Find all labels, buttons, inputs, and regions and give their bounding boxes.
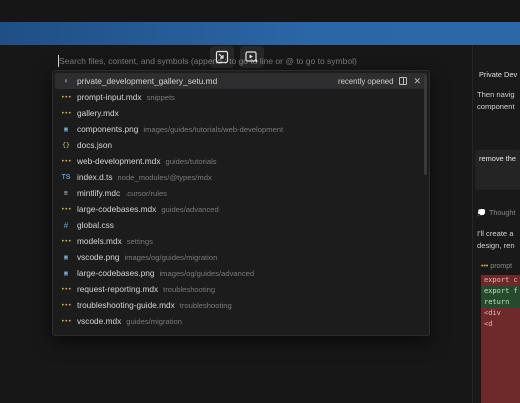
file-result-item[interactable]: ••• vscode.mdx guides/migration xyxy=(55,313,427,329)
code-line: <div xyxy=(481,308,520,319)
header-banner xyxy=(0,22,520,45)
file-result-item[interactable]: ••• request-reporting.mdx troubleshooting xyxy=(55,281,427,297)
chat-title: Private Dev xyxy=(479,70,518,79)
mdc-icon: ≡ xyxy=(64,189,68,197)
ts-icon: TS xyxy=(61,173,71,181)
code-line: export c xyxy=(481,275,520,286)
file-name: vscode.png xyxy=(77,252,120,262)
file-result-item[interactable]: ••• troubleshooting-guide.mdx troubleshoot… xyxy=(55,297,427,313)
code-filename: prompt xyxy=(490,263,513,270)
file-name: docs.json xyxy=(77,140,113,150)
code-line: return xyxy=(481,297,520,308)
thought-icon: 💭 xyxy=(477,208,486,217)
title-bar xyxy=(0,0,520,22)
file-path: snippets xyxy=(146,92,175,102)
file-name: private_development_gallery_setu.md xyxy=(77,76,218,86)
code-diff-remainder xyxy=(481,330,520,403)
code-line: export f xyxy=(481,286,520,297)
json-icon: {} xyxy=(62,141,70,149)
file-result-item[interactable]: ••• large-codebases.mdx guides/advanced xyxy=(55,201,427,217)
file-path: images/og/guides/advanced xyxy=(159,268,255,278)
chat-message-line: component xyxy=(477,102,515,111)
file-name: web-development.mdx xyxy=(77,156,161,166)
file-path: guides/tutorials xyxy=(165,156,217,166)
selected-item-meta: recently opened ✕ xyxy=(338,76,427,87)
mdx-icon: ••• xyxy=(60,205,72,213)
file-result-item[interactable]: ▣ large-codebases.png images/og/guides/adv… xyxy=(55,265,427,281)
file-name: index.d.ts xyxy=(77,172,113,182)
user-message-text: remove the xyxy=(479,154,516,163)
mdx-icon: ••• xyxy=(60,237,72,245)
file-name: request-reporting.mdx xyxy=(77,284,159,294)
file-result-item[interactable]: {} docs.json xyxy=(55,137,427,153)
image-icon: ▣ xyxy=(64,253,68,261)
file-path: guides/advanced xyxy=(161,204,219,214)
image-icon: ▣ xyxy=(64,125,68,133)
file-name: prompt-input.mdx xyxy=(77,92,142,102)
file-name: troubleshooting-guide.mdx xyxy=(77,300,175,310)
file-results-dropdown: ⬇ private_development_gallery_setu.md rece… xyxy=(52,70,430,336)
mdx-file-icon: ••• xyxy=(481,263,489,270)
file-result-item[interactable]: ▣ components.png images/guides/tutorials/w… xyxy=(55,121,427,137)
file-name: components.png xyxy=(77,124,139,134)
mdx-icon: ••• xyxy=(60,317,72,325)
file-name: mintlify.mdc xyxy=(77,188,121,198)
file-name: vscode.mdx xyxy=(77,316,122,326)
file-name: large-codebases.mdx xyxy=(77,204,157,214)
play-sparkle-icon xyxy=(245,51,259,63)
file-name: large-codebases.png xyxy=(77,268,155,278)
file-result-item[interactable]: ••• web-development.mdx guides/tutorials xyxy=(55,153,427,169)
file-result-item[interactable]: TS index.d.ts node_modules/@types/mdx xyxy=(55,169,427,185)
mdx-icon: ••• xyxy=(60,285,72,293)
file-result-item[interactable]: ⬇ private_development_gallery_setu.md rece… xyxy=(55,73,427,89)
css-icon: # xyxy=(63,220,69,230)
file-name: gallery.mdx xyxy=(77,108,119,118)
mdx-icon: ••• xyxy=(60,301,72,309)
chat-message-line: Then navig xyxy=(477,90,515,99)
file-result-item[interactable]: ••• gallery.mdx xyxy=(55,105,427,121)
file-path: troubleshooting xyxy=(179,300,232,310)
run-ai-button[interactable] xyxy=(240,46,264,68)
file-result-item[interactable]: ••• prompt-input.mdx snippets xyxy=(55,89,427,105)
chat-panel: Private Dev Then navig component remove … xyxy=(472,45,520,403)
file-path: guides/migration xyxy=(126,316,182,326)
assistant-message: I'll create a design, ren xyxy=(477,228,515,252)
assistant-message-line: I'll create a xyxy=(477,229,514,238)
exit-fullscreen-button[interactable] xyxy=(210,46,234,68)
mdx-icon: ••• xyxy=(60,157,72,165)
chat-message: Then navig component xyxy=(477,89,515,113)
code-line: <d xyxy=(481,319,520,330)
exit-fullscreen-icon xyxy=(215,50,229,64)
file-path: node_modules/@types/mdx xyxy=(117,172,212,182)
file-path: troubleshooting xyxy=(163,284,216,294)
file-path: images/guides/tutorials/web-development xyxy=(143,124,284,134)
image-icon: ▣ xyxy=(64,269,68,277)
file-name: models.mdx xyxy=(77,236,122,246)
file-result-item[interactable]: ≡ mintlify.mdc .cursor/rules xyxy=(55,185,427,201)
mdx-icon: ••• xyxy=(60,93,72,101)
file-result-item[interactable]: ••• models.mdx settings xyxy=(55,233,427,249)
split-view-icon[interactable] xyxy=(399,77,408,85)
floating-controls xyxy=(210,46,266,68)
assistant-message-line: design, ren xyxy=(477,241,515,250)
mdx-icon: ••• xyxy=(60,109,72,117)
md-icon: ⬇ xyxy=(64,77,68,85)
file-result-item[interactable]: # global.css xyxy=(55,217,427,233)
file-name: global.css xyxy=(77,220,114,230)
close-icon[interactable]: ✕ xyxy=(413,76,421,87)
file-path: settings xyxy=(126,236,153,246)
recently-opened-label: recently opened xyxy=(337,76,394,86)
thought-toggle[interactable]: 💭 Thought xyxy=(477,208,515,217)
thought-label: Thought xyxy=(488,208,516,217)
file-path: images/og/guides/migration xyxy=(124,252,218,262)
file-path: .cursor/rules xyxy=(125,188,167,198)
scrollbar-thumb[interactable] xyxy=(424,75,427,175)
file-result-item[interactable]: ▣ vscode.png images/og/guides/migration xyxy=(55,249,427,265)
code-block-header[interactable]: ••• prompt xyxy=(481,263,512,270)
code-diff-block: export c export f return <div <d xyxy=(481,275,520,403)
